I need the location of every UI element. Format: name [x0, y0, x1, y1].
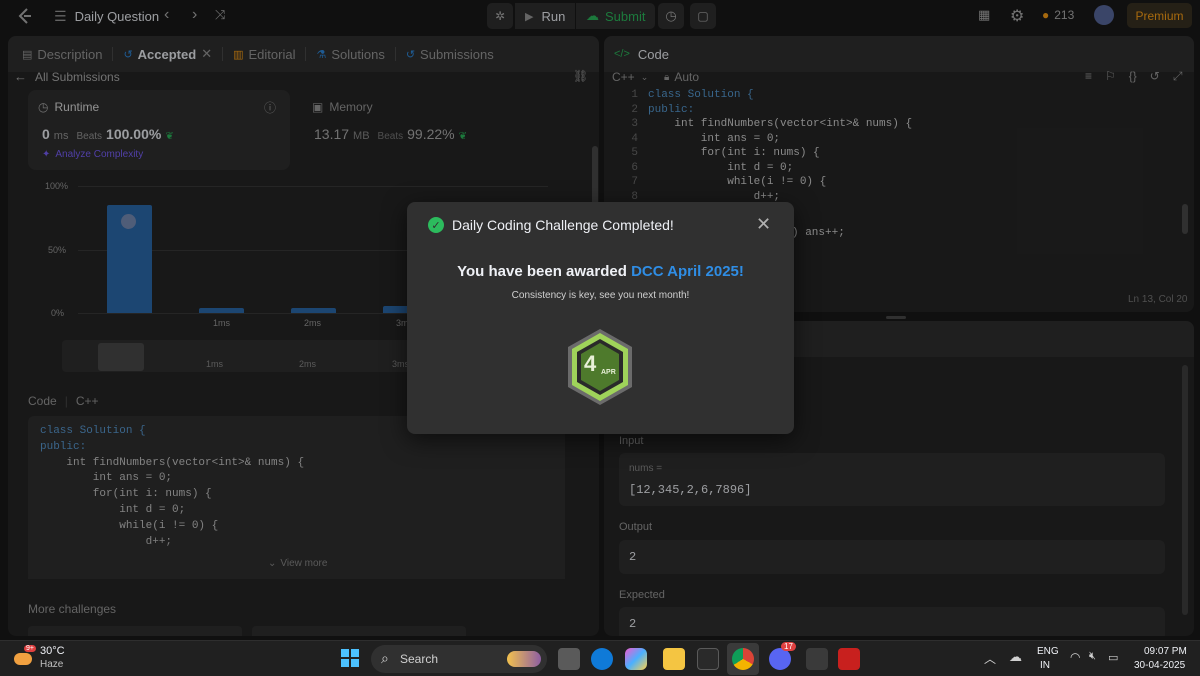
chevron-up-icon[interactable]: ︿: [984, 650, 996, 667]
badge-number: 4: [584, 351, 597, 376]
mute-icon[interactable]: 🔇︎: [1089, 650, 1096, 663]
check-circle-icon: ✓: [428, 217, 444, 233]
windows-taskbar: 9+ 30°C Haze ⌕ Search 17 ︿ ☁ ENG IN ◠ 🔇︎…: [0, 640, 1200, 676]
onedrive-cloud-icon[interactable]: ☁: [1009, 649, 1022, 665]
close-icon[interactable]: ✕: [756, 214, 771, 235]
language-indicator[interactable]: ENG: [1037, 646, 1059, 657]
chrome-active-tile[interactable]: [727, 643, 759, 675]
temperature: 30°C: [40, 645, 65, 657]
search-highlight-icon: [507, 651, 541, 667]
acrobat-pdf-icon[interactable]: [838, 648, 860, 670]
task-view-icon[interactable]: [558, 648, 580, 670]
award-prefix: You have been awarded: [457, 263, 632, 280]
badge-month: APR: [601, 369, 616, 376]
wifi-icon[interactable]: ◠: [1070, 650, 1080, 664]
modal-title: Daily Coding Challenge Completed!: [452, 217, 674, 233]
region-indicator[interactable]: IN: [1040, 660, 1050, 671]
weather-icon[interactable]: 9+: [12, 645, 36, 669]
copilot-icon[interactable]: [625, 648, 647, 670]
dcc-badge-icon: 4 APR: [565, 327, 635, 407]
clock-date[interactable]: 30-04-2025: [1134, 660, 1185, 671]
store-icon[interactable]: [697, 648, 719, 670]
award-name[interactable]: DCC April 2025!: [631, 263, 744, 280]
battery-icon[interactable]: ▭: [1108, 651, 1118, 664]
search-label: Search: [400, 652, 439, 666]
discord-icon[interactable]: 17: [769, 642, 796, 670]
weather-badge: 9+: [24, 645, 36, 652]
modal-subtitle: Consistency is key, see you next month!: [511, 290, 690, 301]
award-message: You have been awarded DCC April 2025!: [407, 263, 794, 280]
clock-time[interactable]: 09:07 PM: [1144, 646, 1187, 657]
chrome-icon: [732, 648, 754, 670]
search-icon: ⌕: [381, 650, 389, 666]
challenge-completed-modal: ✓ Daily Coding Challenge Completed! ✕ Yo…: [407, 202, 794, 434]
sun-haze-icon: [14, 653, 32, 665]
edge-icon[interactable]: [591, 648, 613, 670]
file-explorer-icon[interactable]: [663, 648, 685, 670]
weather-condition: Haze: [40, 659, 64, 670]
app-icon[interactable]: [806, 648, 828, 670]
windows-start-icon[interactable]: [341, 649, 359, 667]
discord-badge: 17: [781, 642, 796, 651]
taskbar-search[interactable]: ⌕ Search: [371, 645, 547, 673]
